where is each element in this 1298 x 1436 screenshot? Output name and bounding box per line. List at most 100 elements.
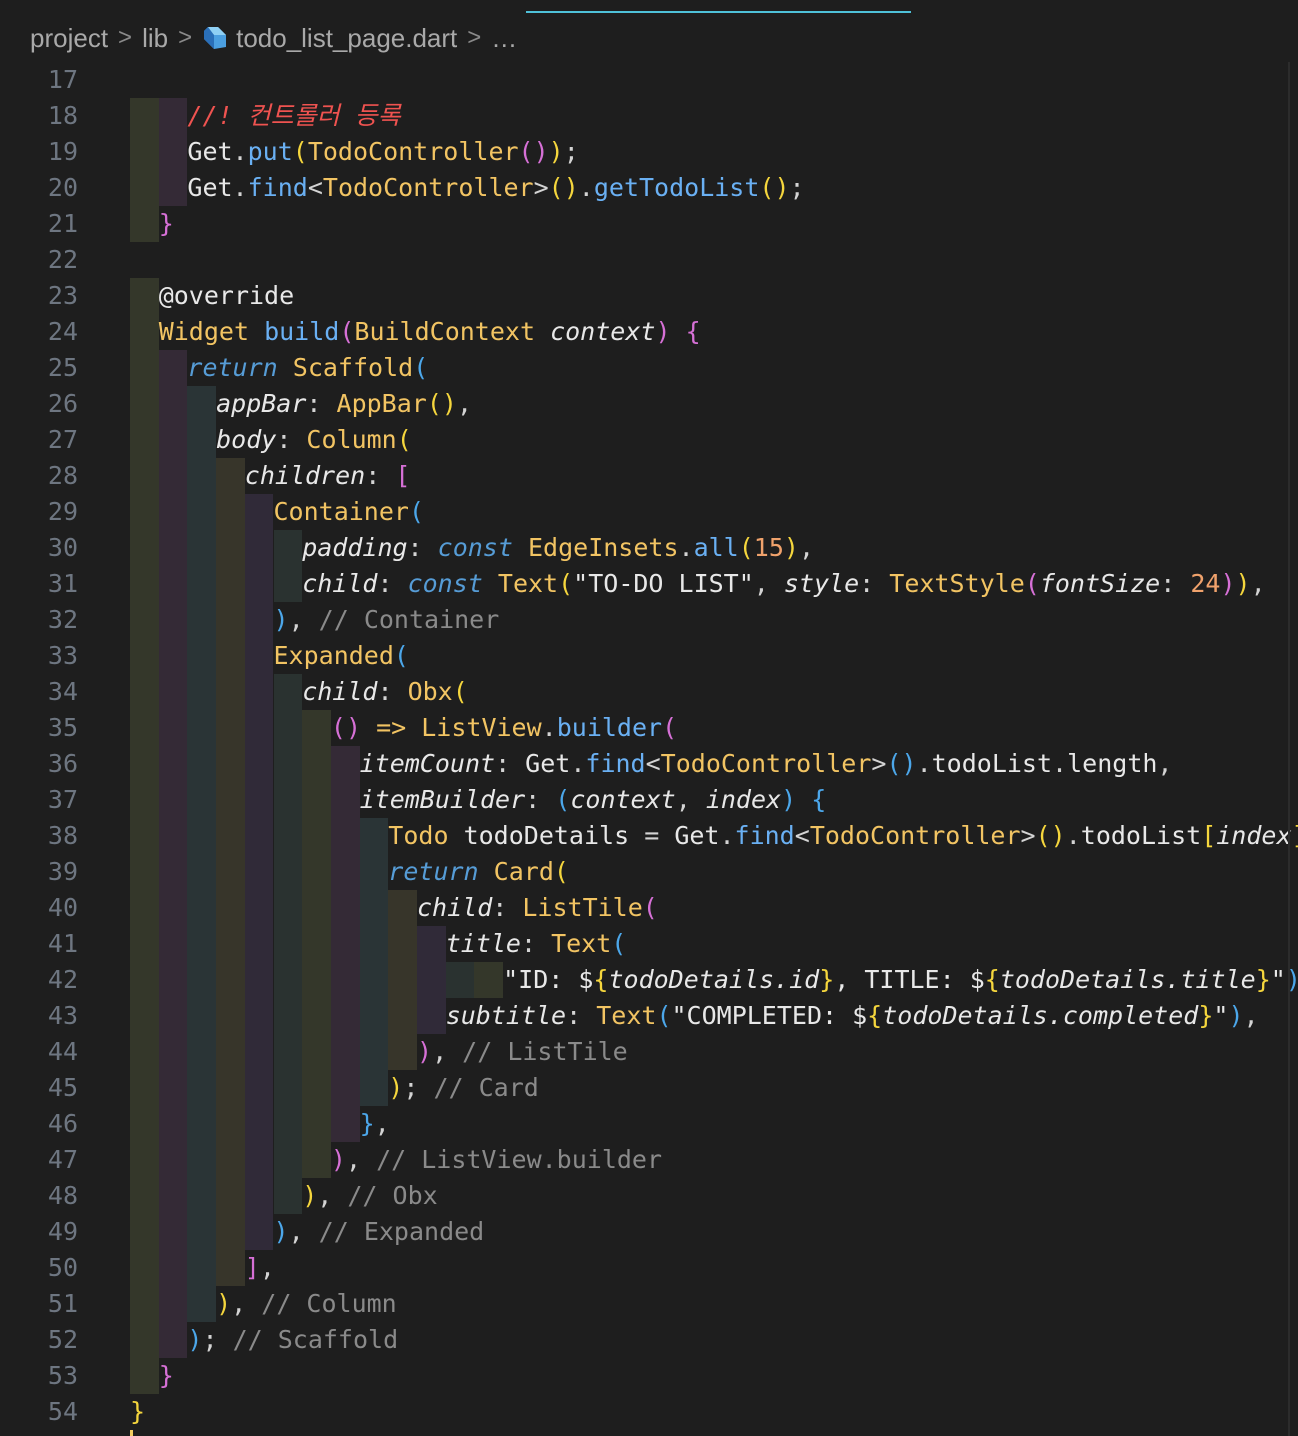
code-line[interactable]: 30 padding: const EdgeInsets.all(15), <box>0 530 1298 566</box>
code-token: ListTile <box>522 893 643 922</box>
indent-guide <box>302 998 331 1034</box>
code-line[interactable]: 22 <box>0 242 1298 278</box>
indent-guide <box>273 746 303 782</box>
code-line[interactable]: 20 Get.find<TodoController>().getTodoList… <box>0 170 1298 206</box>
code-line[interactable]: 23 @override <box>0 278 1298 314</box>
code-token: ) <box>548 137 564 166</box>
code-token: ( <box>393 641 409 670</box>
code-line[interactable]: 25 return Scaffold( <box>0 350 1298 386</box>
indent-guide <box>130 782 159 818</box>
code-line[interactable]: 39 return Card( <box>0 854 1298 890</box>
code-line[interactable]: 51), // Column <box>0 1286 1298 1322</box>
code-line[interactable]: 28 children: [ <box>0 458 1298 494</box>
breadcrumb-item-file[interactable]: todo_list_page.dart <box>236 23 457 54</box>
line-number: 45 <box>47 1073 78 1102</box>
indent-guide <box>244 674 274 710</box>
code-token: < <box>794 821 810 850</box>
code-line[interactable]: 17 <box>0 62 1298 98</box>
code-token: child <box>417 893 493 922</box>
code-line[interactable]: 53} <box>0 1358 1298 1394</box>
indent-guide <box>216 818 245 854</box>
indent-guide <box>158 926 188 962</box>
code-line[interactable]: 45); // Card <box>0 1070 1298 1106</box>
code-line[interactable]: 38 Todo todoDetails = Get.find<TodoContro… <box>0 818 1298 854</box>
code-token: todoDetails <box>463 821 630 850</box>
code-line[interactable]: 26 appBar: AppBar(), <box>0 386 1298 422</box>
code-line[interactable]: 54} <box>0 1394 1298 1430</box>
code-token: Get <box>187 137 233 166</box>
code-line[interactable]: 43 subtitle: Text("COMPLETED: ${todoDetai… <box>0 998 1298 1034</box>
indent-guide <box>158 422 188 458</box>
indent-guide <box>158 98 188 134</box>
indent-guide <box>359 926 389 962</box>
indent-guide <box>130 1106 159 1142</box>
indent-guide <box>244 494 274 530</box>
code-line[interactable]: 42 "ID: ${todoDetails.id}, TITLE: ${todoD… <box>0 962 1298 998</box>
code-token: "COMPLETED: $ <box>671 1001 868 1030</box>
code-line[interactable]: 37 itemBuilder: (context, index) { <box>0 782 1298 818</box>
code-line[interactable]: 24 Widget build(BuildContext context) { <box>0 314 1298 350</box>
code-line[interactable]: 34 child: Obx( <box>0 674 1298 710</box>
indent-guide <box>273 926 303 962</box>
code-line[interactable]: 36 itemCount: Get.find<TodoController>().… <box>0 746 1298 782</box>
code-line[interactable]: 49), // Expanded <box>0 1214 1298 1250</box>
code-text: child: const Text("TO-DO LIST", style: T… <box>302 566 1265 602</box>
code-token: , <box>345 1145 377 1174</box>
code-line[interactable]: 44), // ListTile <box>0 1034 1298 1070</box>
indent-guide <box>187 422 217 458</box>
code-text: ), // Container <box>274 602 500 638</box>
indent-guide <box>244 602 274 638</box>
breadcrumb-item-project[interactable]: project <box>30 23 108 54</box>
code-line[interactable]: 40 child: ListTile( <box>0 890 1298 926</box>
code-line[interactable]: 47), // ListView.builder <box>0 1142 1298 1178</box>
line-number: 18 <box>47 101 78 130</box>
code-line[interactable]: 48), // Obx <box>0 1178 1298 1214</box>
code-line[interactable]: 41 title: Text( <box>0 926 1298 962</box>
code-token: // Obx <box>347 1181 438 1210</box>
code-line[interactable]: 33 Expanded( <box>0 638 1298 674</box>
indent-guide <box>244 1142 274 1178</box>
indent-guide <box>158 170 188 206</box>
code-line[interactable]: 18 //! 컨트롤러 등록 <box>0 98 1298 134</box>
code-token: builder <box>556 713 663 742</box>
code-line[interactable]: 35 () => ListView.builder( <box>0 710 1298 746</box>
code-editor[interactable]: 17 18//! 컨트롤러 등록 19 Get.put(TodoController(… <box>0 62 1298 1436</box>
code-line[interactable]: 27 body: Column( <box>0 422 1298 458</box>
code-token: Text <box>497 569 559 598</box>
code-line[interactable]: 46}, <box>0 1106 1298 1142</box>
code-line[interactable]: 21} <box>0 206 1298 242</box>
code-text: } <box>130 1394 145 1430</box>
indent-guide <box>244 710 274 746</box>
code-token: , <box>675 785 706 814</box>
code-line[interactable]: 50], <box>0 1250 1298 1286</box>
code-line[interactable]: 19 Get.put(TodoController()); <box>0 134 1298 170</box>
line-number: 31 <box>47 569 78 598</box>
code-line[interactable]: 31 child: const Text("TO-DO LIST", style:… <box>0 566 1298 602</box>
code-token: . <box>570 749 586 778</box>
code-line[interactable]: 32), // Container <box>0 602 1298 638</box>
breadcrumb-item-more[interactable]: … <box>491 23 517 54</box>
indent-guide <box>302 710 331 746</box>
indent-guide <box>187 566 217 602</box>
code-token: , <box>456 389 472 418</box>
code-token: find <box>247 173 308 202</box>
breadcrumb-item-lib[interactable]: lib <box>142 23 168 54</box>
code-token: index <box>705 785 782 814</box>
indent-guide <box>302 962 331 998</box>
indent-guide <box>187 1214 217 1250</box>
code-token: Obx <box>407 677 453 706</box>
text-cursor <box>130 1430 133 1436</box>
code-token: , <box>1157 749 1173 778</box>
code-token: find <box>734 821 795 850</box>
code-line[interactable]: 52); // Scaffold <box>0 1322 1298 1358</box>
code-text: ); // Scaffold <box>187 1322 398 1358</box>
code-token: , <box>231 1289 262 1318</box>
indent-guide <box>216 530 245 566</box>
indent-guide <box>273 1106 303 1142</box>
chevron-right-icon: > <box>118 24 133 51</box>
indent-guide <box>130 674 159 710</box>
vertical-scrollbar[interactable] <box>1288 62 1290 1436</box>
code-token: , <box>288 605 319 634</box>
code-token: Expanded <box>273 641 394 670</box>
code-line[interactable]: 29 Container( <box>0 494 1298 530</box>
